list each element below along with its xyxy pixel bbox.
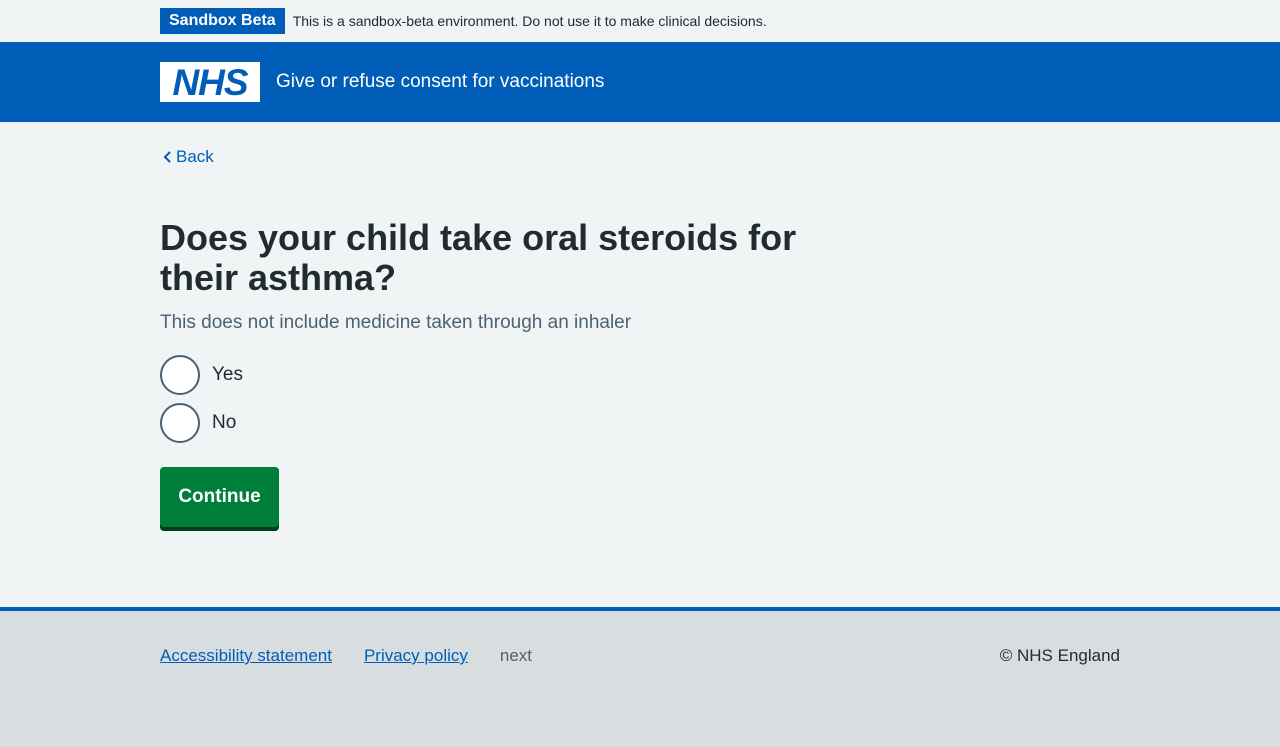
chevron-left-icon — [163, 151, 171, 163]
continue-button[interactable]: Continue — [160, 467, 279, 527]
phase-banner-text: This is a sandbox-beta environment. Do n… — [292, 13, 767, 29]
footer-link-accessibility[interactable]: Accessibility statement — [160, 646, 332, 666]
radio-button-no[interactable] — [160, 403, 200, 443]
footer-link-privacy[interactable]: Privacy policy — [364, 646, 468, 666]
footer-next-text: next — [499, 646, 533, 665]
footer-links: Accessibility statement Privacy policy n… — [160, 646, 532, 666]
question-hint: This does not include medicine taken thr… — [160, 312, 632, 333]
nhs-logo[interactable]: NHS — [160, 62, 260, 102]
service-name[interactable]: Give or refuse consent for vaccinations — [276, 71, 604, 93]
radio-label-no: No — [212, 412, 237, 433]
back-link-label: Back — [176, 147, 214, 166]
phase-tag: Sandbox Beta — [160, 8, 285, 34]
radio-label-yes: Yes — [212, 364, 243, 385]
phase-banner: Sandbox Beta This is a sandbox-beta envi… — [0, 0, 1280, 42]
copyright: © NHS England — [999, 646, 1120, 665]
nhs-logo-icon: NHS — [160, 62, 260, 102]
radio-option-no[interactable]: No — [160, 403, 236, 443]
back-link[interactable]: Back — [160, 147, 214, 167]
main-content: Back Does your child take oral steroids … — [0, 122, 1280, 607]
site-footer: Accessibility statement Privacy policy n… — [0, 607, 1280, 747]
radio-button-yes[interactable] — [160, 355, 200, 395]
page-title: Does your child take oral steroids for t… — [160, 217, 797, 298]
nhs-logo-text: NHS — [172, 62, 248, 102]
radio-option-yes[interactable]: Yes — [160, 355, 243, 395]
site-header: NHS Give or refuse consent for vaccinati… — [0, 42, 1280, 122]
